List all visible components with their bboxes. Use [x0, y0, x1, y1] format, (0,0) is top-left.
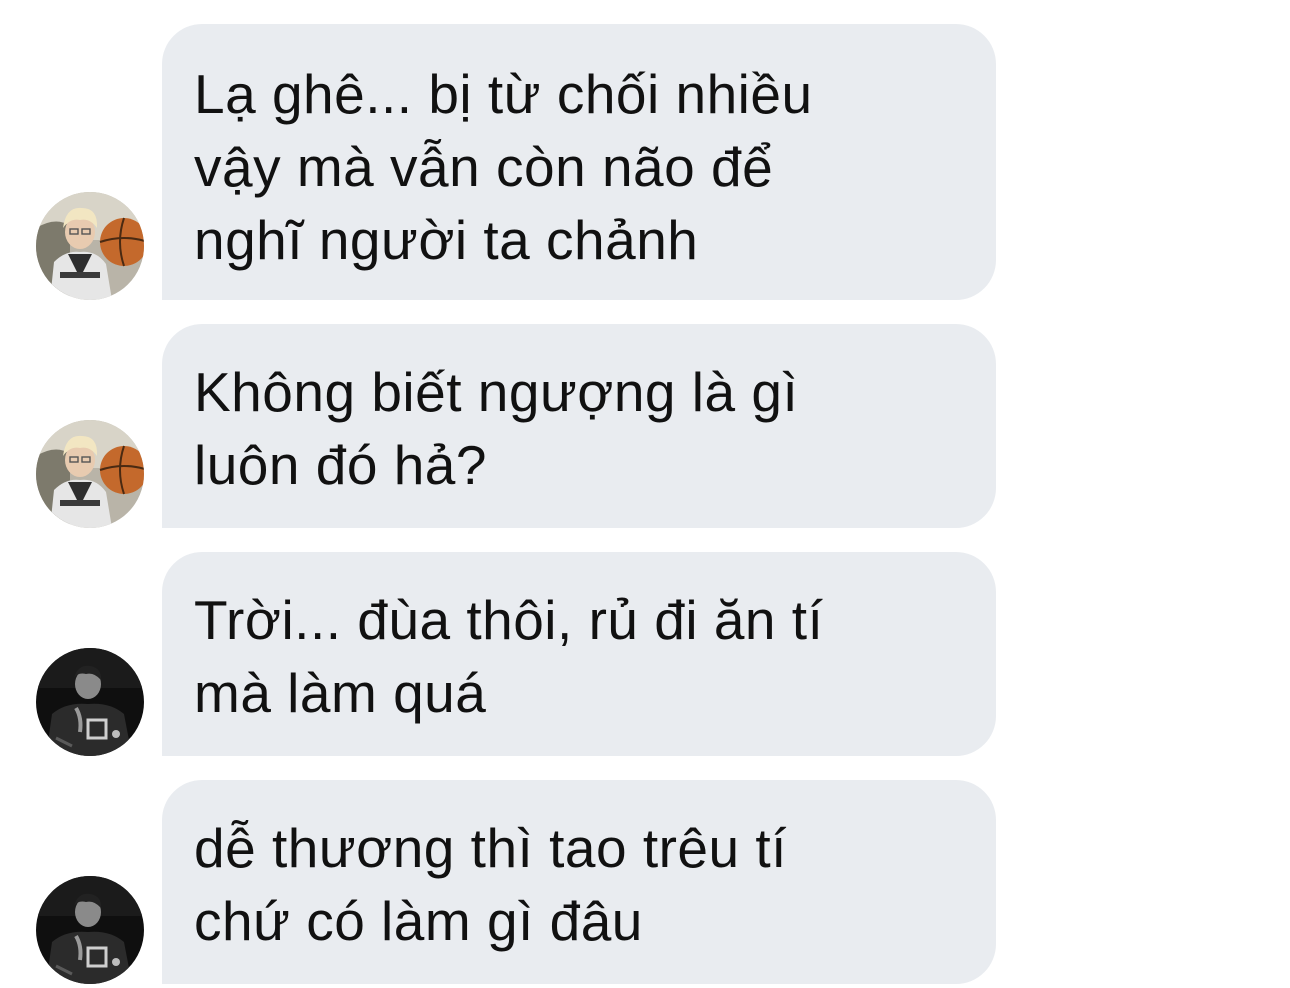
avatar-icon[interactable]: [36, 192, 144, 300]
message-thread: Lạ ghê... bị từ chối nhiều vậy mà vẫn cò…: [0, 0, 1290, 988]
message-bubble[interactable]: Lạ ghê... bị từ chối nhiều vậy mà vẫn cò…: [162, 24, 996, 300]
message-bubble[interactable]: Không biết ngượng là gì luôn đó hả?: [162, 324, 996, 528]
avatar-icon[interactable]: [36, 876, 144, 984]
message-bubble[interactable]: dễ thương thì tao trêu tí chứ có làm gì …: [162, 780, 996, 984]
message-bubble[interactable]: Trời... đùa thôi, rủ đi ăn tí mà làm quá: [162, 552, 996, 756]
avatar-icon[interactable]: [36, 648, 144, 756]
avatar-icon[interactable]: [36, 420, 144, 528]
